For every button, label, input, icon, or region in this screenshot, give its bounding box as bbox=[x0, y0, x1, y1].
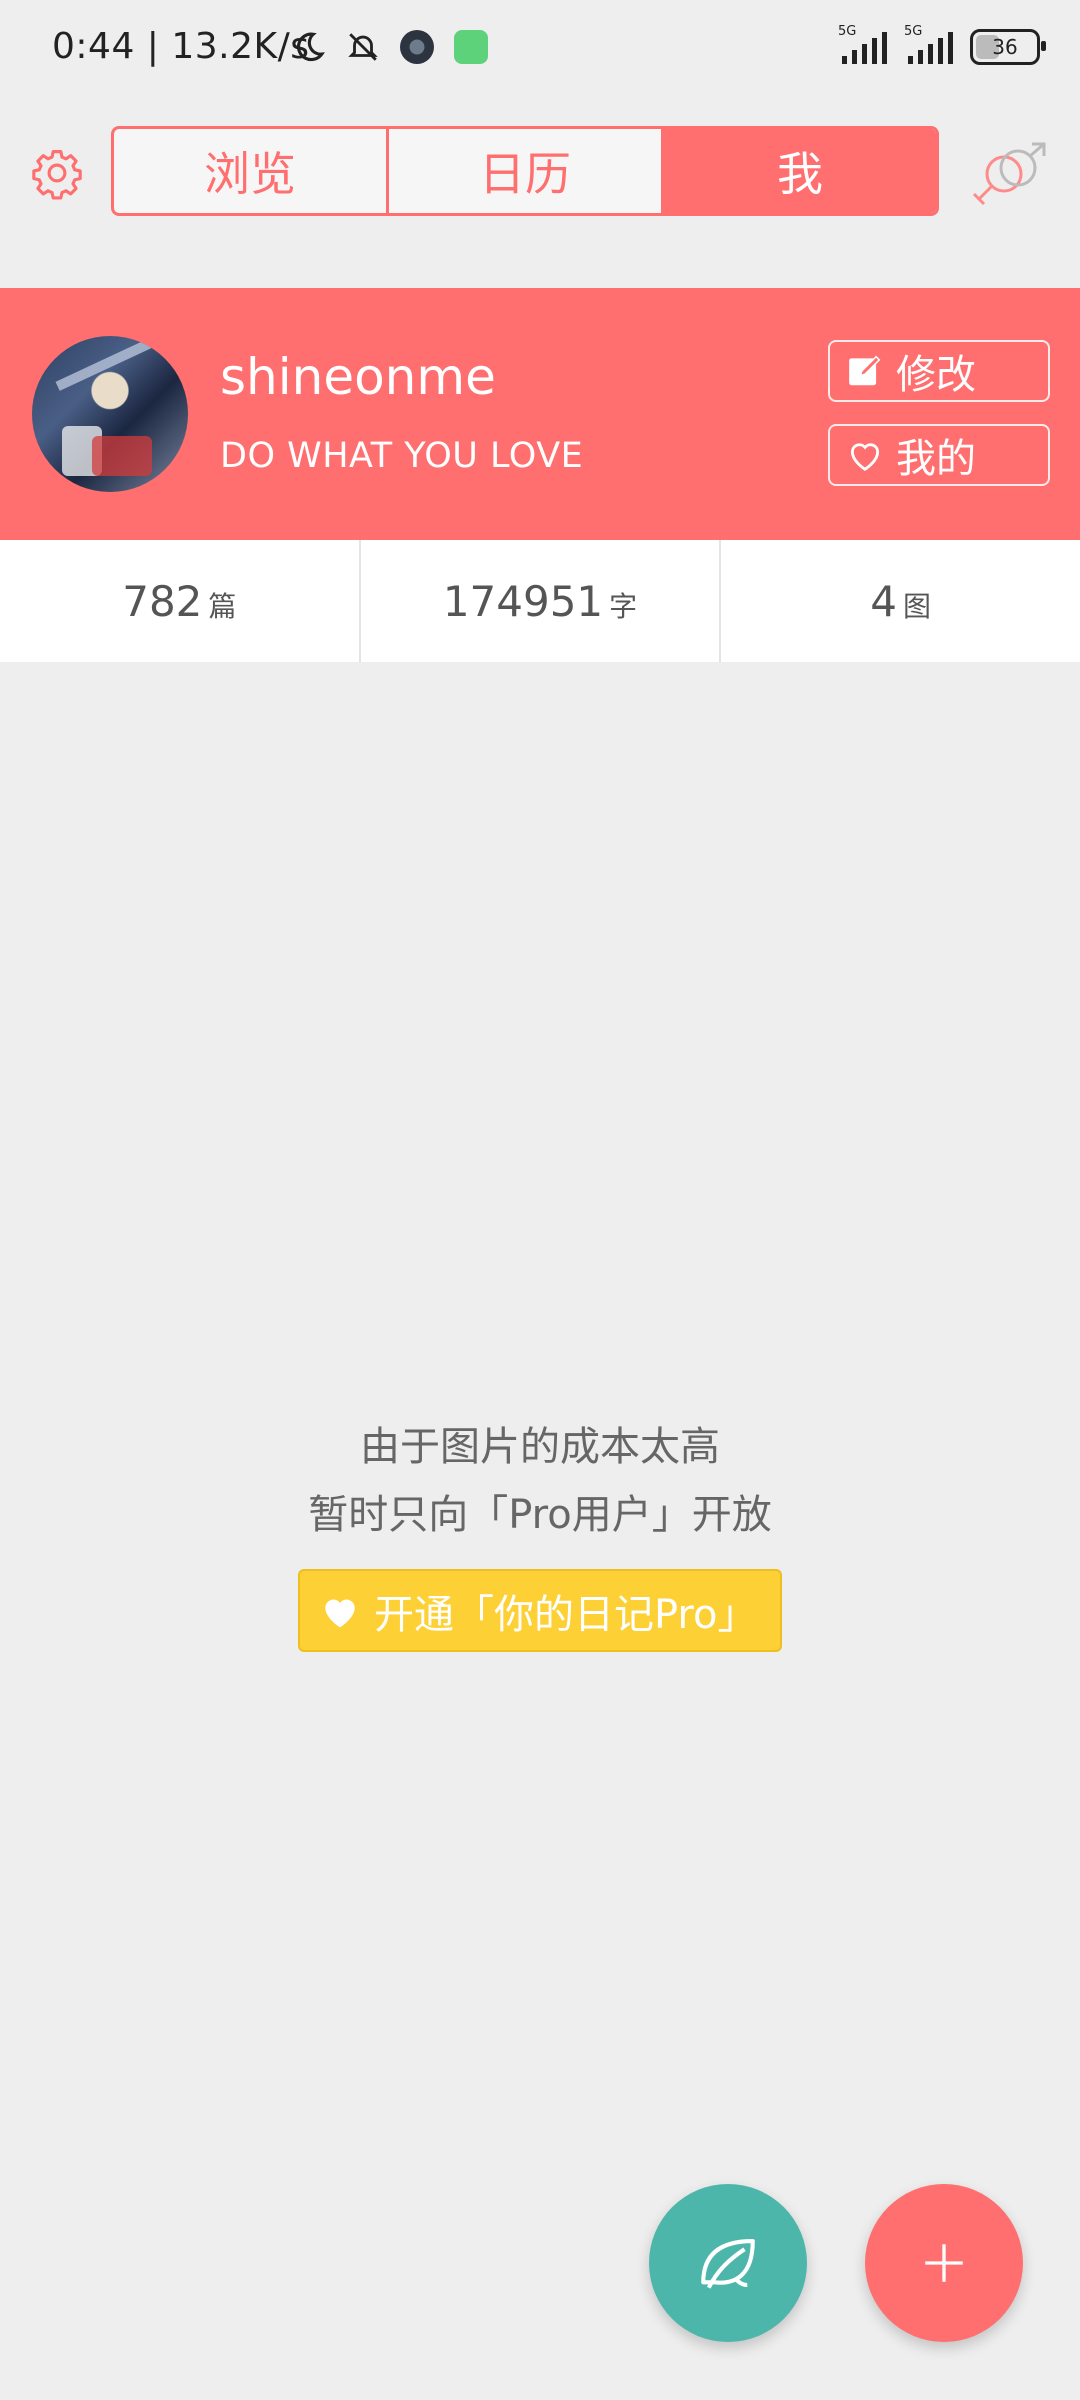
stat-entries-value: 782 bbox=[122, 576, 203, 626]
status-icons-left bbox=[292, 30, 488, 64]
settings-gear-icon[interactable] bbox=[30, 146, 84, 200]
tab-me[interactable]: 我 bbox=[664, 129, 936, 213]
status-time-speed: 0:44 | 13.2K/s bbox=[52, 26, 310, 67]
status-bar: 0:44 | 13.2K/s 5G 5G 36 bbox=[0, 0, 1080, 100]
profile-motto: DO WHAT YOU LOVE bbox=[220, 436, 584, 476]
stat-entries-unit: 篇 bbox=[208, 590, 237, 623]
bell-muted-icon bbox=[348, 33, 378, 61]
upgrade-pro-button[interactable]: 开通「你的日记Pro」 bbox=[298, 1569, 782, 1652]
upgrade-pro-label: 开通「你的日记Pro」 bbox=[374, 1591, 758, 1638]
stat-words[interactable]: 174951 字 bbox=[361, 540, 722, 662]
pro-message-line2: 暂时只向「Pro用户」开放 bbox=[308, 1492, 772, 1538]
tool-app-icon bbox=[454, 30, 488, 64]
tab-browse[interactable]: 浏览 bbox=[114, 129, 389, 213]
profile-banner: shineonme DO WHAT YOU LOVE 修改 我的 bbox=[0, 288, 1080, 540]
battery-icon: 36 bbox=[970, 29, 1046, 65]
leaf-icon bbox=[701, 2238, 755, 2289]
signal-2: 5G bbox=[904, 24, 956, 66]
moon-icon bbox=[296, 32, 325, 62]
mine-label: 我的 bbox=[896, 436, 976, 482]
stat-words-unit: 字 bbox=[609, 590, 638, 623]
edit-profile-button[interactable]: 修改 bbox=[828, 340, 1050, 402]
stat-images-value: 4 bbox=[870, 576, 898, 626]
stat-images[interactable]: 4 图 bbox=[721, 540, 1080, 662]
signal-1: 5G bbox=[838, 24, 890, 66]
signal-icon bbox=[908, 32, 953, 64]
stat-entries[interactable]: 782 篇 bbox=[0, 540, 361, 662]
plus-icon bbox=[925, 2244, 963, 2282]
status-icons-right: 5G 5G 36 bbox=[838, 24, 1046, 66]
heart-outline-icon bbox=[850, 443, 880, 471]
edit-label: 修改 bbox=[896, 352, 976, 398]
tab-calendar[interactable]: 日历 bbox=[389, 129, 664, 213]
stat-images-unit: 图 bbox=[903, 590, 932, 623]
my-favorites-button[interactable]: 我的 bbox=[828, 424, 1050, 486]
stats-bar: 782 篇 174951 字 4 图 bbox=[0, 540, 1080, 662]
main-tabs: 浏览 日历 我 bbox=[111, 126, 939, 216]
pro-message-line1: 由于图片的成本太高 bbox=[360, 1424, 720, 1470]
stat-words-value: 174951 bbox=[442, 576, 604, 626]
heart-icon bbox=[325, 1599, 355, 1627]
add-entry-fab-button[interactable] bbox=[865, 2184, 1023, 2342]
username: shineonme bbox=[220, 348, 496, 406]
gender-symbol-icon[interactable] bbox=[968, 140, 1050, 212]
battery-level: 36 bbox=[992, 35, 1018, 59]
avatar[interactable] bbox=[32, 336, 188, 492]
top-header: 浏览 日历 我 bbox=[0, 110, 1080, 230]
camera-app-icon bbox=[400, 30, 434, 64]
signal-icon bbox=[842, 32, 887, 64]
leaf-fab-button[interactable] bbox=[649, 2184, 807, 2342]
edit-icon bbox=[849, 355, 881, 386]
